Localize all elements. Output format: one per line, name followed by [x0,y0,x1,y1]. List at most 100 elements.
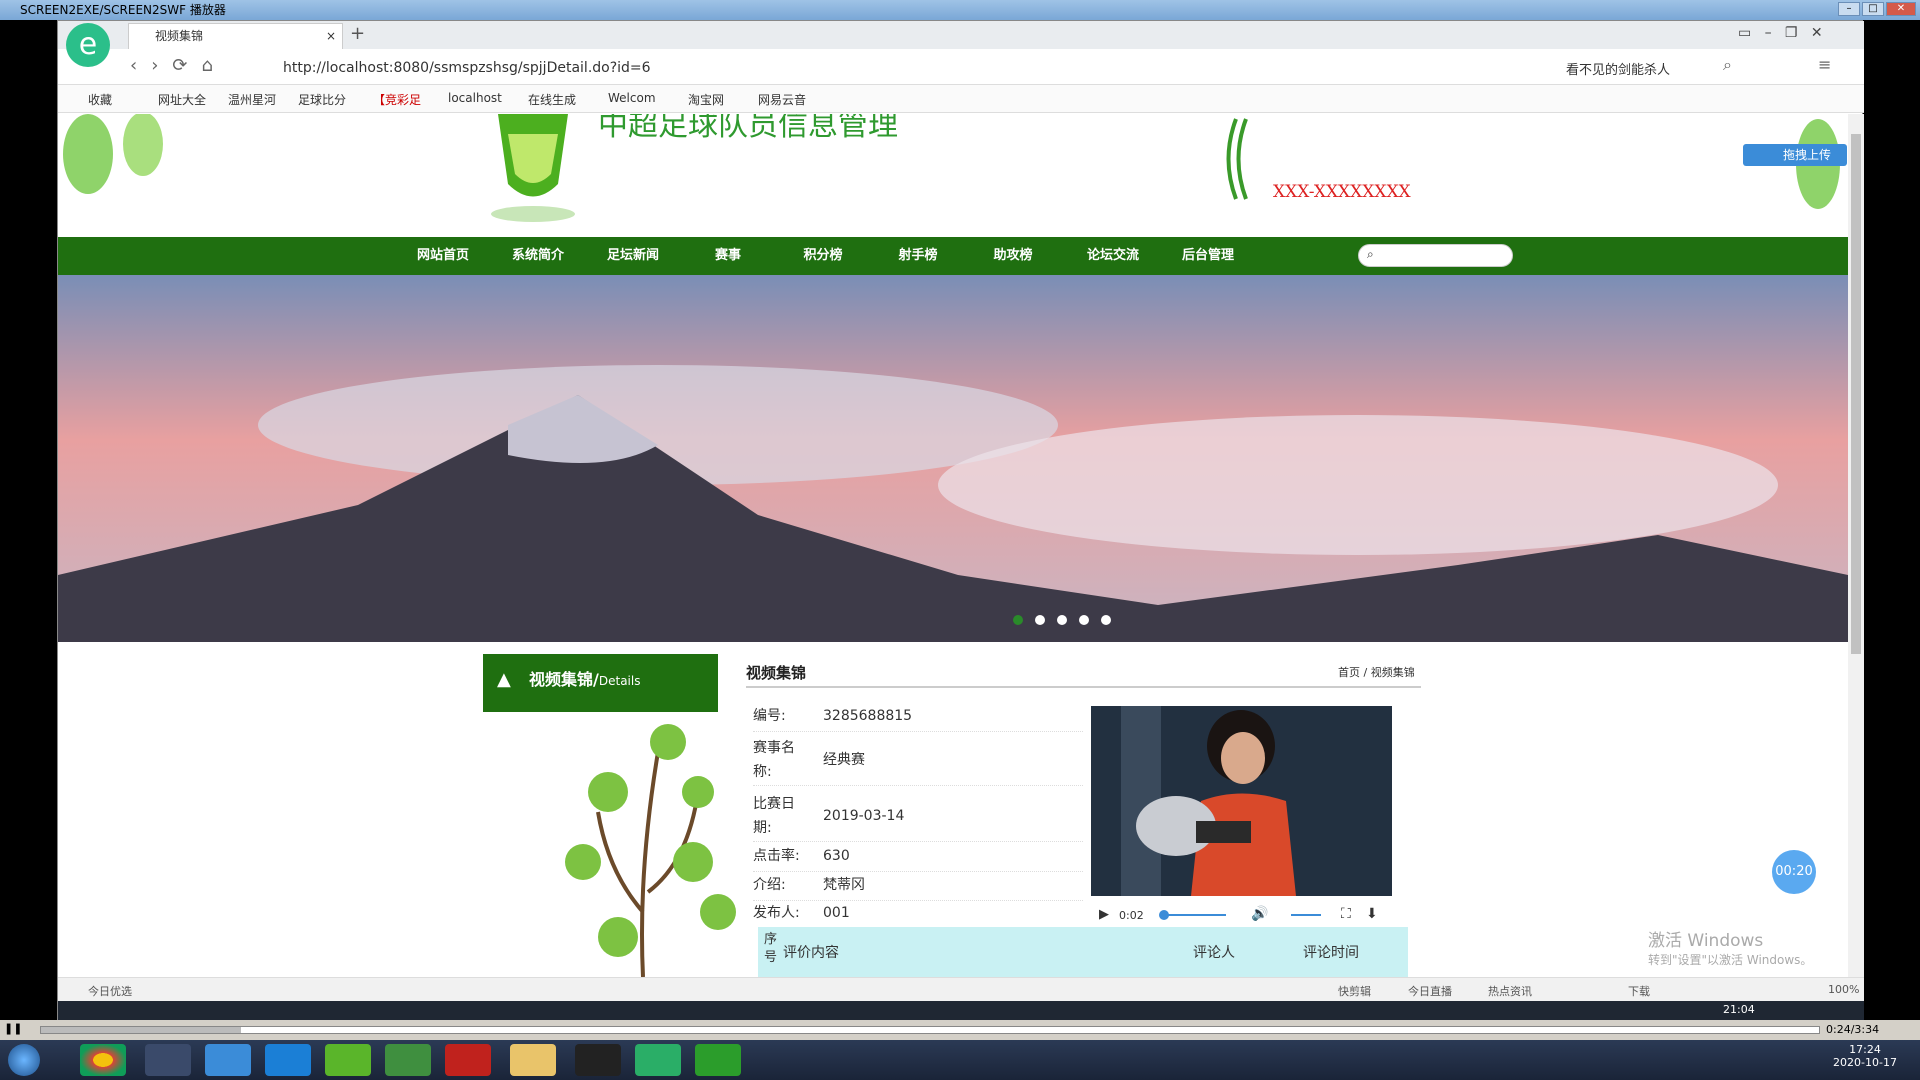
maximize-button[interactable]: □ [1862,2,1884,16]
status-item[interactable]: 下载 [1628,983,1650,999]
col-time: 评论时间 [1303,945,1359,961]
qq-icon[interactable] [575,1044,621,1076]
tab-close-icon[interactable]: × [326,24,336,48]
inner-taskbar: 21:04 [58,1001,1864,1021]
status-item[interactable]: 快剪辑 [1338,983,1371,999]
notepad-icon[interactable] [385,1044,431,1076]
nav-intro[interactable]: 系统简介 [503,237,573,275]
nav-home[interactable]: 网站首页 [408,237,478,275]
page-scrollbar[interactable] [1848,114,1864,977]
field-value: 001 [823,905,850,921]
breadcrumb-home[interactable]: 首页 [1338,666,1360,679]
bookmark-item[interactable]: 网址大全 [158,91,206,108]
folder-icon[interactable] [510,1044,556,1076]
bookmark-item[interactable]: 足球比分 [298,91,346,108]
banner-image [58,275,1848,642]
volume-slider[interactable] [1291,914,1321,916]
nav-admin[interactable]: 后台管理 [1168,237,1248,275]
fullscreen-icon[interactable]: ⛶ [1341,906,1351,922]
pause-icon[interactable]: ❚❚ [4,1022,22,1035]
nav-forum[interactable]: 论坛交流 [1073,237,1153,275]
player-app-icon[interactable] [695,1044,741,1076]
baidu-netdisk-icon[interactable] [205,1044,251,1076]
bookmark-item[interactable]: 【竞彩足 [373,91,421,108]
browser-logo-icon[interactable]: e [66,23,110,67]
tab-title: 视频集锦 [155,29,204,43]
play-icon[interactable]: ▶ [1099,907,1109,922]
tab-video[interactable]: 视频集锦 × [128,23,343,49]
zoom-level[interactable]: 100% [1828,983,1859,996]
status-item[interactable]: 热点资讯 [1488,983,1532,999]
upload-button[interactable]: 拖拽上传 [1743,144,1847,166]
bookmark-item[interactable]: 温州星河 [228,91,276,108]
app-icon[interactable] [145,1044,191,1076]
system-clock[interactable]: 17:24 2020-10-17 [1820,1043,1910,1069]
video-progress[interactable] [1161,914,1226,916]
progress-handle[interactable] [1159,910,1169,920]
nav-scorers[interactable]: 射手榜 [883,237,953,275]
site-search-input[interactable]: ⌕ [1358,244,1513,267]
bookmark-item[interactable]: 收藏 [88,91,112,108]
download-icon[interactable]: ⬇ [1366,906,1378,922]
scrollbar-thumb[interactable] [1851,134,1861,654]
leaf-decoration-left [63,114,163,194]
player-progress[interactable] [40,1026,1820,1034]
comments-table-header: 序号 评价内容 评论人 评论时间 [758,927,1408,977]
bookmark-item[interactable]: localhost [448,91,502,105]
field-value: 3285688815 [823,708,913,724]
recording-timer[interactable]: 00:20 [1772,850,1816,894]
nav-assists[interactable]: 助攻榜 [978,237,1048,275]
close-button[interactable]: ✕ [1886,2,1916,16]
address-bar: ‹›⟳⌂ http://localhost:8080/ssmspzshsg/sp… [58,49,1864,85]
status-item[interactable]: 今日直播 [1408,983,1452,999]
slider-dot[interactable] [1057,615,1067,625]
url-input[interactable]: http://localhost:8080/ssmspzshsg/spjjDet… [283,57,1183,79]
browser-q-icon[interactable] [265,1044,311,1076]
slider-dot[interactable] [1035,615,1045,625]
breadcrumb-current: 视频集锦 [1370,666,1415,679]
nav-news[interactable]: 足坛新闻 [598,237,668,275]
col-content: 评价内容 [783,945,839,961]
bookmark-item[interactable]: Welcom [608,91,656,105]
player-controls: ❚❚ 0:24/3:34 [0,1020,1920,1040]
window-controls[interactable]: ▭ – ❐ ✕ [1738,25,1823,41]
slider-dot[interactable] [1079,615,1089,625]
menu-icon[interactable]: ≡ [1818,55,1831,74]
field-value: 630 [823,848,850,864]
slider-dot-active[interactable] [1013,615,1023,625]
new-tab-button[interactable]: + [350,23,365,44]
minimize-button[interactable]: – [1838,2,1860,16]
bookmark-item[interactable]: 在线生成 [528,91,576,108]
field-row-clicks: 点击率: 630 [753,844,1083,872]
watermark-sub: 转到"设置"以激活 Windows。 [1648,953,1813,967]
site-logo-icon [491,114,575,222]
field-label: 点击率: [753,848,800,864]
search-icon[interactable]: ⌕ [1723,55,1732,75]
status-today[interactable]: 今日优选 [88,983,132,999]
browser-status-bar: 今日优选 快剪辑 今日直播 热点资讯 下载 100% [58,977,1864,1001]
field-label: 赛事名称: [753,740,795,780]
start-button[interactable] [8,1044,40,1076]
nav-standings[interactable]: 积分榜 [788,237,858,275]
bookmark-item[interactable]: 淘宝网 [688,91,724,108]
slider-dot[interactable] [1101,615,1111,625]
nav-matches[interactable]: 赛事 [693,237,763,275]
wechat-icon[interactable] [635,1044,681,1076]
bookmark-item[interactable]: 网易云音 [758,91,806,108]
nav-buttons[interactable]: ‹›⟳⌂ [130,55,227,76]
windows-taskbar: 17:24 2020-10-17 [0,1040,1920,1080]
site-header: 中超足球队员信息管理 XXX-XXXXXXXX 拖拽上传 [58,114,1848,237]
chrome-icon[interactable] [80,1044,126,1076]
search-icon: ⌕ [1367,247,1374,261]
video-player[interactable] [1091,706,1392,896]
volume-icon[interactable]: 🔊 [1251,906,1268,922]
hero-banner [58,275,1848,642]
field-row-publisher: 发布人: 001 [753,901,1083,927]
flash-icon[interactable] [445,1044,491,1076]
hot-search-text[interactable]: 看不见的剑能杀人 [1566,59,1670,78]
video-frame [1091,706,1392,896]
green-app-icon[interactable] [325,1044,371,1076]
player-time: 0:24/3:34 [1826,1023,1880,1036]
main-title: 视频集锦 [746,664,807,682]
field-label: 编号: [753,708,786,724]
